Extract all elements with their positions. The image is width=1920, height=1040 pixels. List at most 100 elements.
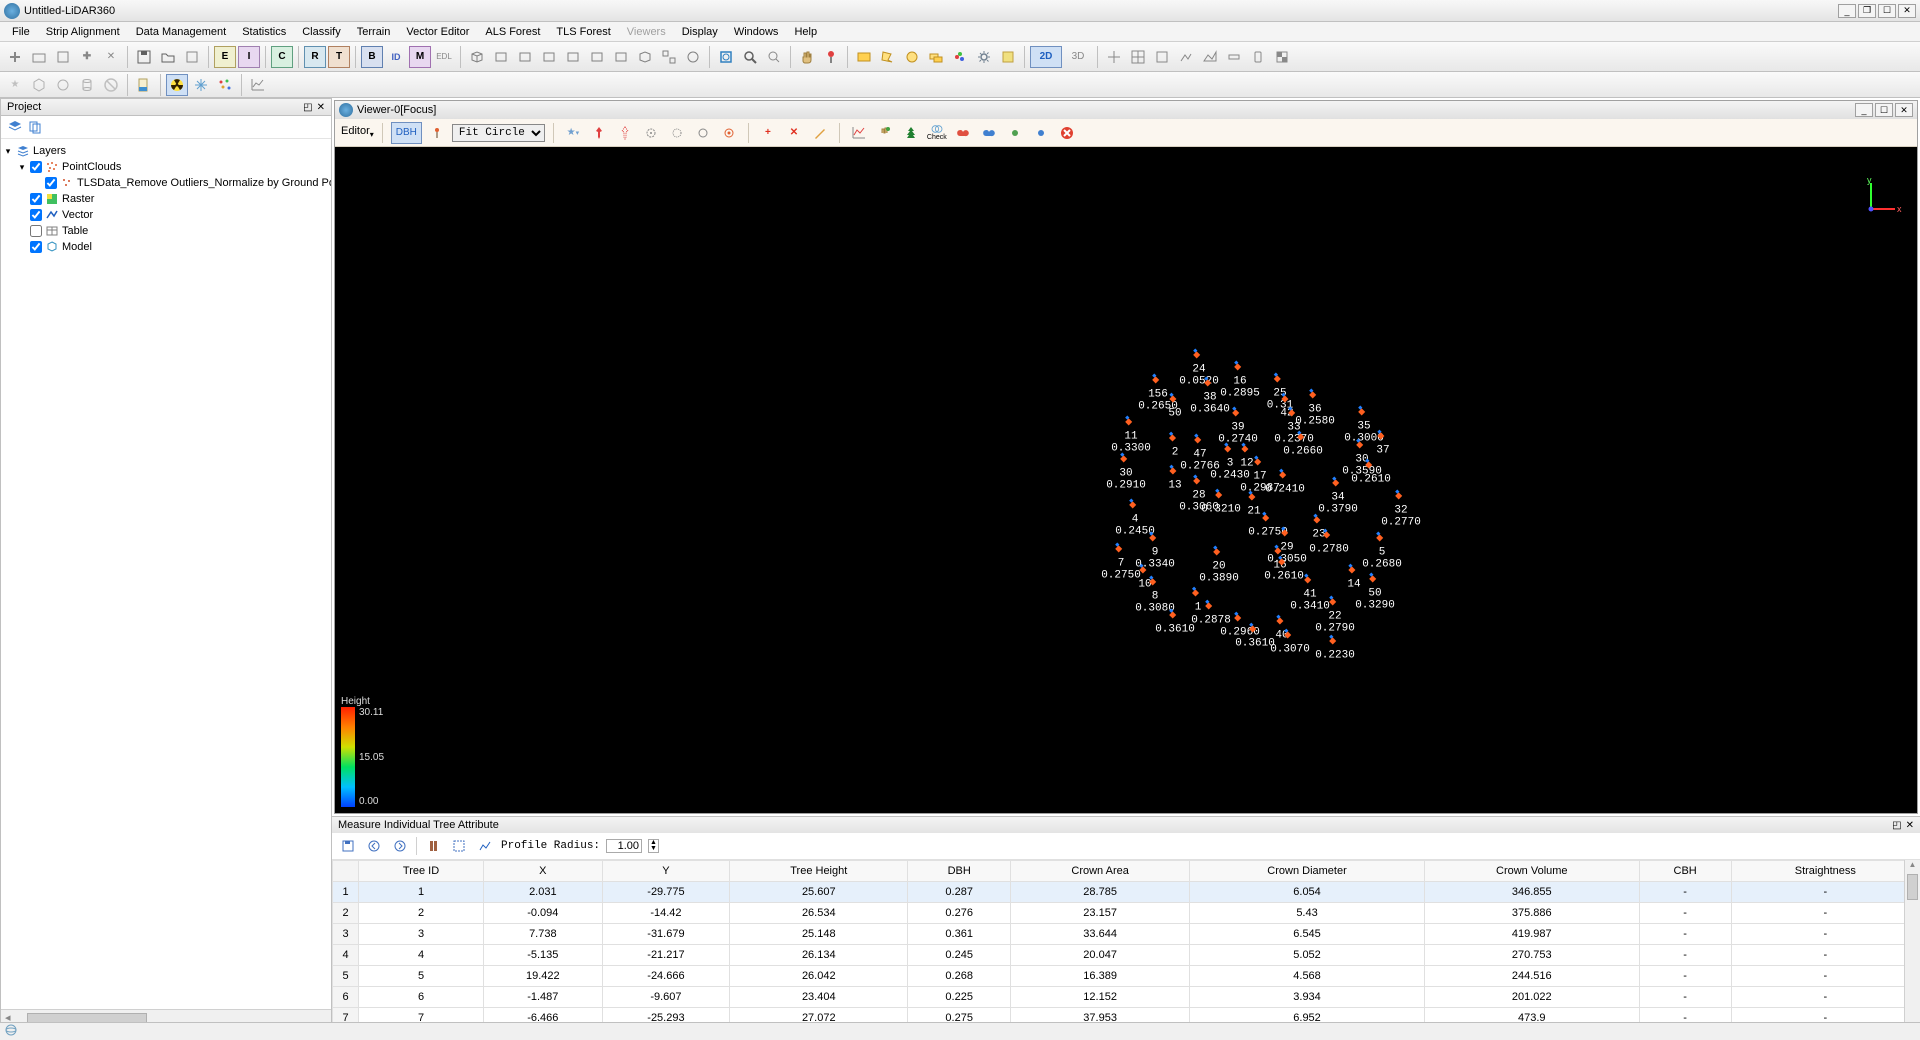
model-checkbox[interactable] <box>30 241 42 253</box>
export-icon[interactable] <box>181 46 203 68</box>
table-row[interactable]: 5519.422-24.66626.0420.26816.3894.568244… <box>333 966 1920 987</box>
tree-point[interactable]: 0.3070 <box>1270 632 1310 655</box>
cube-right-icon[interactable] <box>562 46 584 68</box>
menu-help[interactable]: Help <box>786 24 825 40</box>
raster-checkbox[interactable] <box>30 193 42 205</box>
cube-iso-icon[interactable] <box>634 46 656 68</box>
tree-point[interactable]: 200.3890 <box>1199 549 1239 584</box>
pin-dash-icon[interactable] <box>614 122 636 144</box>
measure-icon[interactable] <box>1223 46 1245 68</box>
maximize-button[interactable]: ☐ <box>1878 4 1896 18</box>
attribute-close-icon[interactable]: ✕ <box>1906 820 1914 831</box>
tree-point[interactable]: 80.3080 <box>1135 579 1175 614</box>
cube-reset-icon[interactable] <box>682 46 704 68</box>
editor-dropdown[interactable]: Editor▾ <box>341 125 374 139</box>
tree-point[interactable]: 0.2230 <box>1315 638 1355 661</box>
tree-point[interactable]: 0.2660 <box>1283 434 1323 457</box>
hexagon-icon[interactable] <box>28 74 50 96</box>
cube-front-icon[interactable] <box>490 46 512 68</box>
menu-file[interactable]: File <box>4 24 38 40</box>
menu-windows[interactable]: Windows <box>726 24 787 40</box>
column-header[interactable]: Crown Volume <box>1424 861 1639 882</box>
select-poly-icon[interactable] <box>877 46 899 68</box>
tree-point[interactable]: 500.3290 <box>1355 576 1395 611</box>
cube-left-icon[interactable] <box>538 46 560 68</box>
close-button[interactable]: ✕ <box>1898 4 1916 18</box>
pointcloud-item-checkbox[interactable] <box>45 177 57 189</box>
menu-als-forest[interactable]: ALS Forest <box>477 24 548 40</box>
menu-statistics[interactable]: Statistics <box>234 24 294 40</box>
cloud-blue-icon[interactable] <box>978 122 1000 144</box>
pine-tree-icon[interactable] <box>900 122 922 144</box>
circle-dot-icon[interactable] <box>640 122 662 144</box>
i-mode-button[interactable]: I <box>238 46 260 68</box>
cloud-color-icon[interactable] <box>949 46 971 68</box>
table-label[interactable]: Table <box>62 225 88 237</box>
t-mode-button[interactable]: T <box>328 46 350 68</box>
file-bat-icon[interactable] <box>133 74 155 96</box>
column-header[interactable]: Crown Area <box>1011 861 1190 882</box>
cube-wire-icon[interactable] <box>466 46 488 68</box>
minimize-button[interactable]: _ <box>1838 4 1856 18</box>
snowflake-icon[interactable] <box>190 74 212 96</box>
menu-data-management[interactable]: Data Management <box>128 24 235 40</box>
check-tool-icon[interactable]: Check <box>926 122 948 144</box>
target-icon[interactable] <box>718 122 740 144</box>
column-header[interactable]: Crown Diameter <box>1190 861 1425 882</box>
radiation-icon[interactable] <box>166 74 188 96</box>
attr-profile-icon[interactable] <box>475 836 495 856</box>
pointcloud-item-label[interactable]: TLSData_Remove Outliers_Normalize by Gro… <box>77 177 331 189</box>
open-file-icon[interactable] <box>28 46 50 68</box>
cube-multi-icon[interactable] <box>658 46 680 68</box>
pointclouds-checkbox[interactable] <box>30 161 42 173</box>
c-mode-button[interactable]: C <box>271 46 293 68</box>
cloud-red-icon[interactable] <box>952 122 974 144</box>
column-header[interactable]: Straightness <box>1731 861 1919 882</box>
menu-display[interactable]: Display <box>674 24 726 40</box>
favorite-icon[interactable]: ★ <box>4 74 26 96</box>
tree-point[interactable]: 340.3790 <box>1318 480 1358 515</box>
chart-line-icon[interactable] <box>247 74 269 96</box>
table-row[interactable]: 22-0.094-14.4226.5340.27623.1575.43375.8… <box>333 903 1920 924</box>
tree-point[interactable]: 2 <box>1170 435 1180 458</box>
3d-button[interactable]: 3D <box>1064 46 1092 68</box>
restore-button[interactable]: ❐ <box>1858 4 1876 18</box>
tree-point[interactable]: 40.2450 <box>1115 502 1155 537</box>
column-header[interactable]: X <box>484 861 602 882</box>
column-header[interactable]: CBH <box>1639 861 1731 882</box>
profile2-icon[interactable] <box>1175 46 1197 68</box>
gear-green-icon[interactable] <box>1004 122 1026 144</box>
layers-blue-icon[interactable] <box>7 119 23 135</box>
profile-radius-stepper[interactable]: ▲▼ <box>648 839 659 853</box>
tree-point[interactable]: 0.2410 <box>1265 472 1305 495</box>
table-row[interactable]: 112.031-29.77525.6070.28728.7856.054346.… <box>333 882 1920 903</box>
tree-point[interactable]: 300.2910 <box>1106 456 1146 491</box>
vector-label[interactable]: Vector <box>62 209 93 221</box>
pin-red-icon[interactable] <box>588 122 610 144</box>
pin-icon[interactable] <box>820 46 842 68</box>
delete-icon[interactable]: ✕ <box>100 46 122 68</box>
profile-icon[interactable] <box>1151 46 1173 68</box>
dbh-button[interactable]: DBH <box>391 122 422 144</box>
table-row[interactable]: 337.738-31.67925.1480.36133.6446.545419.… <box>333 924 1920 945</box>
add-point-icon[interactable]: + <box>757 122 779 144</box>
fit-method-dropdown[interactable]: Fit Circle <box>452 124 545 142</box>
scatter-color-icon[interactable] <box>214 74 236 96</box>
tree-marker-icon[interactable] <box>426 122 448 144</box>
tree-point[interactable]: 0.2780 <box>1309 532 1349 555</box>
menu-tls-forest[interactable]: TLS Forest <box>548 24 618 40</box>
cylinder-icon[interactable] <box>76 74 98 96</box>
menu-vector-editor[interactable]: Vector Editor <box>398 24 477 40</box>
cube-back-icon[interactable] <box>514 46 536 68</box>
id-mode-button[interactable]: ID <box>385 46 407 68</box>
tree-point[interactable]: 70.2750 <box>1101 546 1141 581</box>
tree-point[interactable]: 0.3210 <box>1201 492 1241 515</box>
tree-point[interactable]: 110.3300 <box>1111 419 1151 454</box>
tree-point[interactable]: 320.2770 <box>1381 493 1421 528</box>
menu-strip-alignment[interactable]: Strip Alignment <box>38 24 128 40</box>
open-folder-icon[interactable] <box>157 46 179 68</box>
attr-prev-icon[interactable] <box>364 836 384 856</box>
zoom-select-icon[interactable] <box>763 46 785 68</box>
table-row[interactable]: 44-5.135-21.21726.1340.24520.0475.052270… <box>333 945 1920 966</box>
edl-button[interactable]: EDL <box>433 46 455 68</box>
